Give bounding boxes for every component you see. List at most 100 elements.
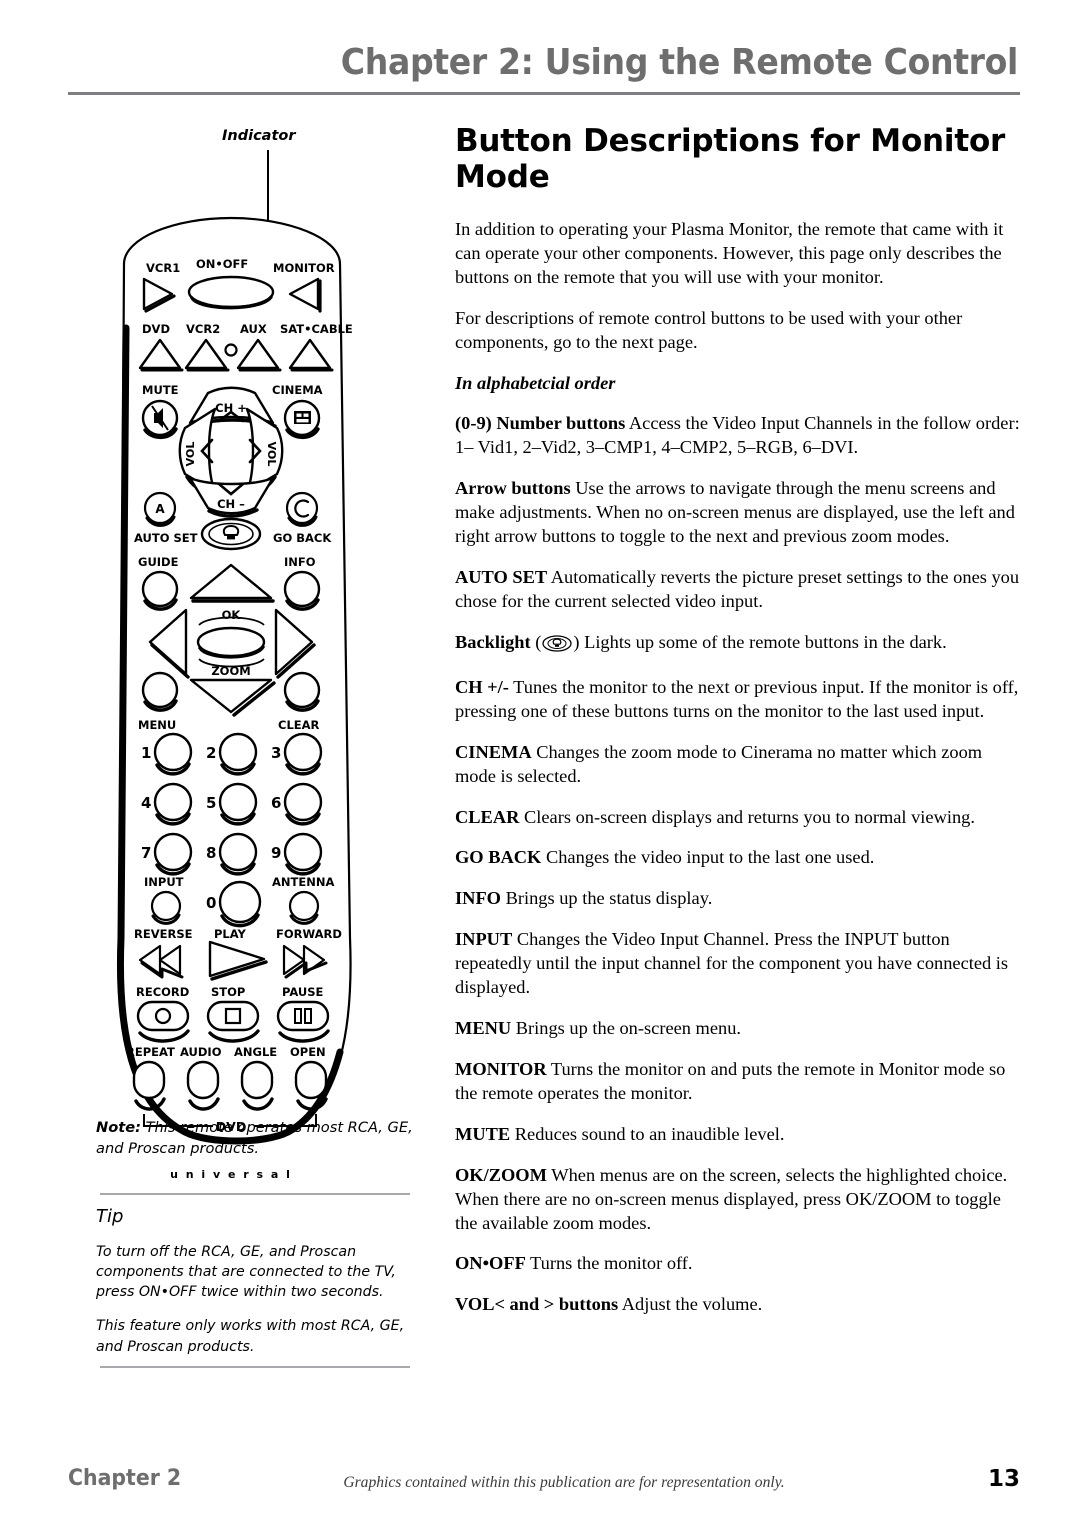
entry-desc: Brings up the status display. xyxy=(500,888,713,909)
button-entry: INPUT Changes the Video Input Channel. P… xyxy=(455,928,1023,1000)
button-input[interactable] xyxy=(150,890,182,925)
label-clear: CLEAR xyxy=(278,718,320,732)
button-entry: CH +/- Tunes the monitor to the next or … xyxy=(455,676,1023,724)
entry-term: MUTE xyxy=(455,1123,511,1144)
label-forward: FORWARD xyxy=(276,927,342,941)
svg-text:7: 7 xyxy=(141,844,151,862)
button-entry: Arrow buttons Use the arrows to navigate… xyxy=(455,477,1023,549)
button-entry: ON•OFF Turns the monitor off. xyxy=(455,1252,1023,1276)
button-entry: INFO Brings up the status display. xyxy=(455,887,1023,911)
button-on-off[interactable] xyxy=(187,275,275,310)
button-menu[interactable] xyxy=(141,671,179,712)
entry-term: OK/ZOOM xyxy=(455,1164,547,1185)
button-antenna[interactable] xyxy=(288,890,320,925)
label-vcr1: VCR1 xyxy=(146,261,180,275)
button-mute[interactable] xyxy=(141,399,179,440)
label-menu: MENU xyxy=(138,718,176,732)
auto-set-glyph: A xyxy=(155,502,165,516)
entry-term: INFO xyxy=(455,888,501,909)
button-ok-zoom[interactable] xyxy=(196,626,266,659)
label-info: INFO xyxy=(284,555,316,569)
entry-term: Backlight xyxy=(455,631,531,652)
label-mute: MUTE xyxy=(142,383,179,397)
svg-text:5: 5 xyxy=(206,794,216,812)
label-stop: STOP xyxy=(211,985,245,999)
page-header-title: Chapter 2: Using the Remote Control xyxy=(340,42,1019,83)
indicator-callout-label: Indicator xyxy=(222,128,296,144)
label-audio: AUDIO xyxy=(180,1045,222,1059)
alphabetical-order-note: In alphabetcial order xyxy=(455,372,616,393)
cinema-screen-icon xyxy=(294,411,311,424)
main-content: Button Descriptions for Monitor Mode In … xyxy=(455,123,1023,1334)
button-entry-backlight: Backlight ( ) Lights up some of the remot… xyxy=(455,631,1023,659)
button-entry: (0-9) Number buttons Access the Video In… xyxy=(455,412,1023,460)
header-divider xyxy=(68,92,1020,95)
button-entry: OK/ZOOM When menus are on the screen, se… xyxy=(455,1164,1023,1236)
button-cinema[interactable] xyxy=(283,399,321,440)
entry-term: MENU xyxy=(455,1018,512,1039)
label-angle: ANGLE xyxy=(234,1045,277,1059)
button-backlight[interactable] xyxy=(200,517,262,551)
entry-term: VOL< and > buttons xyxy=(455,1294,619,1315)
label-vol-left: VOL xyxy=(184,442,197,467)
tip-divider-bottom xyxy=(100,1366,410,1368)
entry-pre-icon: ( xyxy=(530,631,542,652)
entry-desc: ) Lights up some of the remote buttons i… xyxy=(573,631,947,652)
entry-desc: Adjust the volume. xyxy=(618,1294,763,1315)
entry-term: (0-9) Number buttons xyxy=(455,413,626,434)
entry-desc: Changes the video input to the last one … xyxy=(541,847,875,868)
entry-term: CH +/- xyxy=(455,676,509,697)
tip-divider-top xyxy=(100,1193,410,1195)
svg-text:4: 4 xyxy=(141,794,151,812)
label-vol-right: VOL xyxy=(265,442,278,467)
entry-desc: Reduces sound to an inaudible level. xyxy=(510,1123,785,1144)
button-entry: MONITOR Turns the monitor on and puts th… xyxy=(455,1058,1023,1106)
button-guide[interactable] xyxy=(141,570,179,611)
button-entry: VOL< and > buttons Adjust the volume. xyxy=(455,1293,1023,1317)
label-monitor: MONITOR xyxy=(273,261,335,275)
button-entry: AUTO SET Automatically reverts the pictu… xyxy=(455,566,1023,614)
button-clear[interactable] xyxy=(283,671,321,712)
footer-chapter-label: Chapter 2 xyxy=(68,1466,182,1491)
indicator-led xyxy=(224,343,238,357)
svg-text:1: 1 xyxy=(141,744,151,762)
label-aux: AUX xyxy=(240,322,267,336)
button-entry: MUTE Reduces sound to an inaudible level… xyxy=(455,1123,1023,1147)
label-dvd: DVD xyxy=(142,322,170,336)
entry-desc: Changes the Video Input Channel. Press t… xyxy=(455,929,1009,998)
label-record: RECORD xyxy=(136,985,189,999)
label-antenna: ANTENNA xyxy=(272,875,334,889)
note-callout: Note: This remote operates most RCA, GE,… xyxy=(96,1118,426,1159)
label-open: OPEN xyxy=(290,1045,326,1059)
button-entry: CINEMA Changes the zoom mode to Cinerama… xyxy=(455,741,1023,789)
svg-text:0: 0 xyxy=(206,894,216,912)
entry-desc: Turns the monitor off. xyxy=(525,1253,693,1274)
entry-term: CLEAR xyxy=(455,806,520,827)
label-repeat: REPEAT xyxy=(126,1045,175,1059)
label-ch-down: CH – xyxy=(217,497,245,511)
button-entry: CLEAR Clears on-screen displays and retu… xyxy=(455,806,1023,830)
button-entry: GO BACK Changes the video input to the l… xyxy=(455,846,1023,870)
button-info[interactable] xyxy=(283,570,321,611)
label-vcr2: VCR2 xyxy=(186,322,220,336)
tip-paragraph: To turn off the RCA, GE, and Proscan com… xyxy=(96,1244,396,1301)
label-ok: OK xyxy=(222,608,242,622)
svg-text:8: 8 xyxy=(206,844,216,862)
button-auto-set[interactable]: A xyxy=(143,491,177,527)
button-go-back[interactable] xyxy=(285,491,319,527)
label-on-off: ON•OFF xyxy=(196,257,248,271)
entry-term: INPUT xyxy=(455,929,513,950)
label-play: PLAY xyxy=(214,927,247,941)
remote-control-figure: VCR1 ON•OFF MONITOR DVD VCR2 AUX SAT•CAB… xyxy=(68,178,428,1178)
entry-desc: Clears on-screen displays and returns yo… xyxy=(519,806,975,827)
button-entry: MENU Brings up the on-screen menu. xyxy=(455,1017,1023,1041)
svg-text:3: 3 xyxy=(271,744,281,762)
entry-desc: Tunes the monitor to the next or previou… xyxy=(455,676,1019,721)
label-auto-set: AUTO SET xyxy=(134,531,198,545)
chapter-header: Chapter 2: Using the Remote Control xyxy=(68,42,1019,83)
label-go-back: GO BACK xyxy=(273,531,332,545)
page-footer: Chapter 2 Graphics contained within this… xyxy=(68,1466,1020,1506)
page-title: Button Descriptions for Monitor Mode xyxy=(455,123,1006,195)
universal-brand-text: u n i v e r s a l xyxy=(170,1168,292,1178)
footer-page-number: 13 xyxy=(987,1466,1020,1492)
